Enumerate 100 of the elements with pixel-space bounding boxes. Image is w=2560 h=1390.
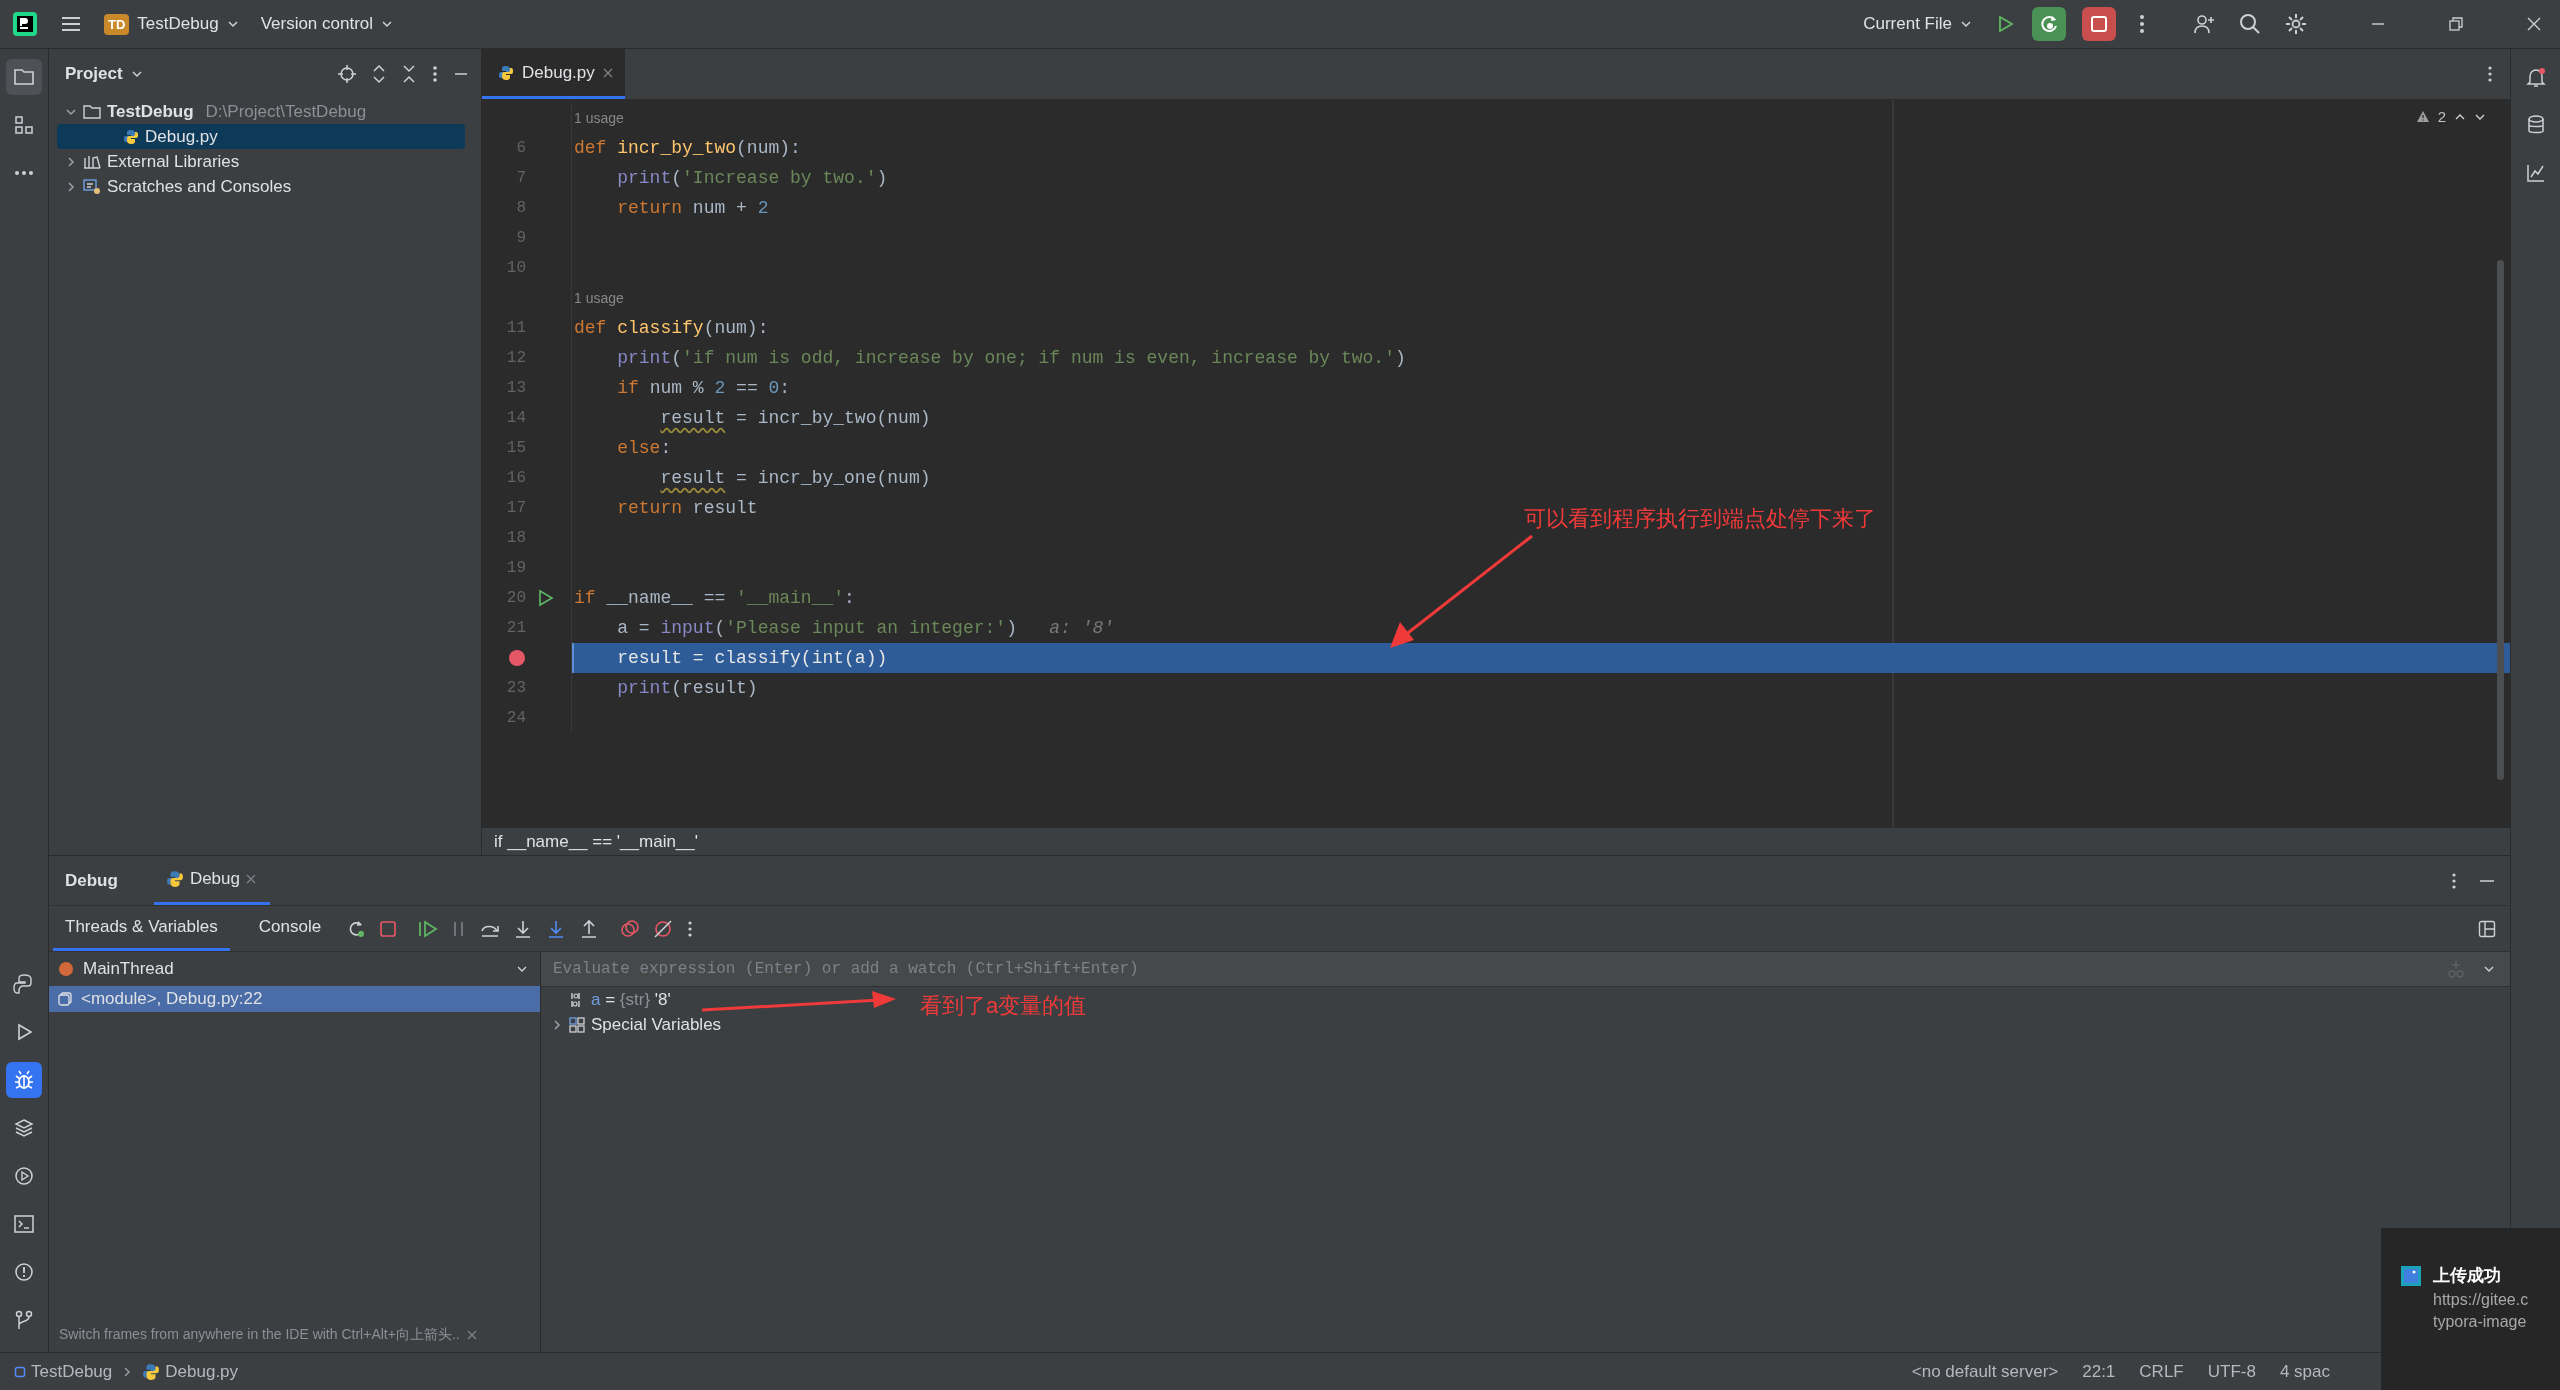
code-line: if num % 2 == 0:	[616, 378, 791, 398]
rerun-debug-button[interactable]	[2032, 7, 2066, 41]
code-line: result = incr_by_one(num)	[659, 468, 931, 488]
chart-icon	[2524, 162, 2547, 184]
code-line: if __name__ == '__main__':	[574, 588, 855, 608]
debug-tool-button[interactable]	[6, 1062, 42, 1098]
frame-icon	[57, 991, 73, 1007]
project-badge: TD	[104, 13, 130, 35]
status-item[interactable]: CRLF	[2139, 1361, 2184, 1382]
status-item[interactable]: UTF-8	[2207, 1361, 2256, 1382]
debug-view-tab[interactable]: Threads & Variables	[53, 906, 230, 951]
warning-circle-icon	[13, 1261, 35, 1283]
variable-group[interactable]: Special Variables	[591, 1014, 722, 1035]
stop-icon[interactable]	[379, 919, 398, 938]
python-file-icon	[498, 64, 514, 81]
caret-icon	[381, 20, 394, 28]
python-file-icon	[165, 870, 184, 888]
chevron-right-icon[interactable]	[65, 155, 77, 168]
search-icon[interactable]	[2238, 12, 2262, 36]
view-breakpoints-icon[interactable]	[620, 918, 641, 939]
resume-icon[interactable]	[418, 919, 439, 938]
evaluate-field[interactable]: Evaluate expression (Enter) or add a watch (Ctrl+Shift+Enter)	[541, 952, 2510, 987]
stack-frame[interactable]: <module>, Debug.py:22	[49, 986, 540, 1012]
scrollbar[interactable]	[2497, 260, 2504, 780]
line-number: 8	[516, 199, 526, 217]
stop-icon	[2089, 14, 2109, 34]
collapse-all-icon[interactable]	[401, 64, 417, 84]
notification-title: 上传成功	[2433, 1265, 2502, 1287]
run-config-menu[interactable]: Current File	[1863, 14, 1972, 34]
usage-hint[interactable]: 1 usage	[574, 290, 624, 306]
code-line: a = input('Please input an integer:') a: '8'	[616, 618, 1115, 638]
folder-icon	[13, 67, 35, 87]
chevron-right-icon[interactable]	[551, 1018, 563, 1031]
stop-button[interactable]	[2082, 7, 2116, 41]
expand-all-icon[interactable]	[371, 64, 387, 84]
python-icon	[13, 973, 35, 995]
variable-value[interactable]: a = {str} '8'	[591, 989, 671, 1010]
more-icon[interactable]	[2138, 13, 2146, 35]
run-config-label: Current File	[1863, 14, 1952, 34]
line-number: 16	[506, 469, 526, 487]
line-number: 11	[506, 319, 526, 337]
warning-icon	[2415, 110, 2430, 123]
project-view-menu[interactable]: Project	[65, 64, 143, 84]
project-switcher[interactable]: TD TestDebug	[104, 13, 239, 35]
code-line: def incr_by_two(num):	[574, 138, 801, 158]
caret-icon	[1960, 20, 1972, 28]
tree-item[interactable]: External Libraries	[57, 149, 465, 174]
layout-icon[interactable]	[2478, 919, 2496, 938]
breadcrumb-item[interactable]: TestDebug	[14, 1361, 113, 1382]
library-icon	[83, 153, 101, 170]
rerun-icon	[2038, 13, 2060, 35]
debug-view-tab[interactable]: Console	[246, 906, 334, 951]
tree-item[interactable]: TestDebug D:\Project\TestDebug	[57, 99, 465, 124]
bug-icon	[12, 1068, 36, 1092]
usage-hint[interactable]: 1 usage	[574, 110, 624, 126]
tip-text: Switch frames from anywhere in the IDE with Ctrl+Alt+向上箭头..	[59, 1326, 460, 1344]
add-person-icon[interactable]	[2192, 12, 2216, 36]
locate-icon[interactable]	[337, 64, 357, 84]
notification-toast[interactable]: 上传成功 https://gitee.c typora-image	[2381, 1228, 2560, 1390]
tree-item[interactable]: Scratches and Consoles	[57, 174, 465, 199]
run-icon[interactable]	[537, 589, 555, 607]
branch-icon	[13, 1309, 35, 1331]
status-item[interactable]: <no default server>	[1911, 1361, 2059, 1382]
close-icon[interactable]	[465, 1329, 478, 1341]
project-tool-button[interactable]	[6, 59, 42, 95]
line-number: 13	[506, 379, 526, 397]
project-name: TestDebug	[137, 14, 219, 34]
code-line: result = classify(int(a))	[616, 648, 888, 668]
line-number: 19	[506, 559, 526, 577]
mute-breakpoints-icon[interactable]	[653, 918, 674, 939]
app-logo-icon	[12, 11, 38, 37]
thread-selector[interactable]: MainThread	[49, 952, 540, 986]
more-icon[interactable]	[2486, 64, 2494, 84]
more-icon[interactable]	[431, 64, 439, 84]
more-icon	[13, 169, 35, 177]
code-line: print('if num is odd, increase by one; if num is even, increase by two.')	[616, 348, 1406, 368]
editor-tab[interactable]: Debug.py	[482, 49, 625, 99]
code-line: def classify(num):	[574, 318, 769, 338]
breadcrumb[interactable]: if __name__ == '__main__'	[494, 831, 699, 852]
breadcrumb-item[interactable]: Debug.py	[142, 1361, 239, 1382]
notification-text: typora-image	[2433, 1313, 2528, 1331]
settings-icon[interactable]	[2284, 12, 2308, 36]
status-item[interactable]: 22:1	[2082, 1361, 2116, 1382]
breakpoint-icon[interactable]	[508, 649, 526, 667]
folder-icon	[83, 103, 101, 120]
evaluate-input[interactable]: Evaluate expression (Enter) or add a watch (Ctrl+Shift+Enter)	[551, 959, 2430, 979]
close-icon[interactable]	[246, 874, 256, 884]
close-window-icon[interactable]	[2526, 16, 2542, 32]
line-number: 14	[506, 409, 526, 427]
line-number: 12	[506, 349, 526, 367]
status-item[interactable]: 4 spac	[2279, 1361, 2330, 1382]
thread-status-dot	[59, 962, 73, 976]
play-circle-icon	[13, 1165, 35, 1187]
chevron-right-icon[interactable]	[65, 180, 77, 193]
debug-session-tab[interactable]: Debug	[153, 856, 270, 905]
python-file-icon	[142, 1362, 161, 1381]
restore-window-icon[interactable]	[2448, 16, 2464, 32]
tree-item[interactable]: Debug.py	[57, 124, 465, 149]
menu-icon[interactable]	[60, 15, 82, 33]
close-icon[interactable]	[602, 67, 613, 78]
